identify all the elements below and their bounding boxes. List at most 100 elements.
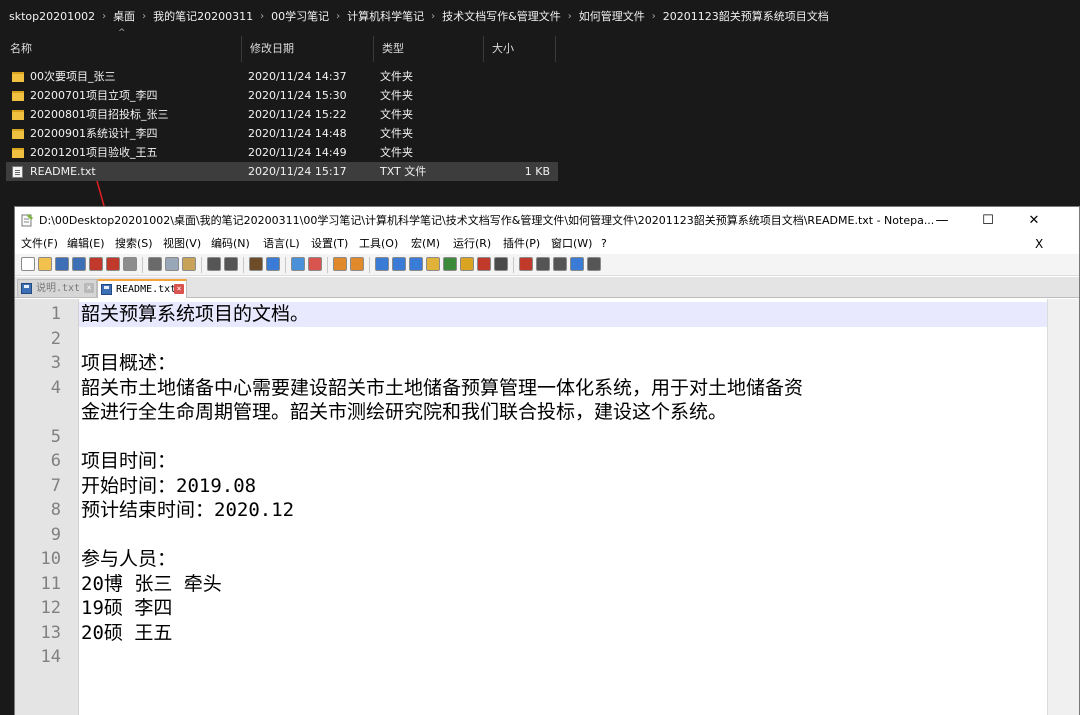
code-line[interactable]: 20硕 王五 xyxy=(81,621,172,646)
undo-icon[interactable] xyxy=(207,257,221,271)
document-tab[interactable]: README.txt × xyxy=(97,279,187,298)
line-number: 7 xyxy=(50,475,61,496)
line-number: 12 xyxy=(40,598,61,618)
column-date-modified[interactable]: 修改日期 xyxy=(242,36,374,62)
sync-vertical-icon[interactable] xyxy=(333,257,347,271)
print-icon[interactable] xyxy=(123,257,137,271)
code-line[interactable]: 金进行全生命周期管理。韶关市测绘研究院和我们联合投标，建设这个系统。 xyxy=(81,400,727,425)
breadcrumb-item[interactable]: 计算机科学笔记 xyxy=(342,8,429,24)
menu-item[interactable]: 语言(L) xyxy=(263,234,300,254)
code-line[interactable]: 项目概述： xyxy=(81,351,176,376)
menu-item[interactable]: 宏(M) xyxy=(411,234,440,254)
zoom-in-icon[interactable] xyxy=(291,257,305,271)
maximize-button[interactable]: ☐ xyxy=(965,207,1011,234)
notepad-plus-plus-window: D:\00Desktop20201002\桌面\我的笔记20200311\00学… xyxy=(14,206,1080,715)
close-document-button[interactable]: X xyxy=(1035,234,1043,254)
breadcrumb-chevron-icon[interactable]: › xyxy=(334,11,342,22)
menu-item[interactable]: 设置(T) xyxy=(311,234,348,254)
title-bar[interactable]: D:\00Desktop20201002\桌面\我的笔记20200311\00学… xyxy=(15,207,1079,234)
eye-icon[interactable] xyxy=(494,257,508,271)
menu-item[interactable]: 文件(F) xyxy=(21,234,58,254)
code-line[interactable]: 韶关市土地储备中心需要建设韶关市土地储备预算管理一体化系统，用于对土地储备资 xyxy=(81,376,803,401)
cut-icon[interactable] xyxy=(148,257,162,271)
tab-close-icon[interactable]: × xyxy=(174,284,184,294)
column-type[interactable]: 类型 xyxy=(374,36,484,62)
menu-item[interactable]: 搜索(S) xyxy=(115,234,153,254)
breadcrumb-chevron-icon[interactable]: › xyxy=(140,11,148,22)
replace-icon[interactable] xyxy=(266,257,280,271)
play-macro-icon[interactable] xyxy=(553,257,567,271)
breadcrumb-chevron-icon[interactable]: › xyxy=(258,11,266,22)
text-editor[interactable]: 1 韶关预算系统项目的文档。 2 3 项目概述： 4 韶关市土地储备中心需要建设韶关市土地储… xyxy=(15,299,1047,715)
open-file-icon[interactable] xyxy=(38,257,52,271)
breadcrumb-chevron-icon[interactable]: › xyxy=(566,11,574,22)
paste-icon[interactable] xyxy=(182,257,196,271)
file-row[interactable]: README.txt 2020/11/24 15:17 TXT 文件 1 KB xyxy=(6,162,558,181)
minimize-button[interactable]: — xyxy=(919,207,965,234)
close-button[interactable]: ✕ xyxy=(1011,207,1057,234)
line-number: 1 xyxy=(50,304,61,324)
tab-close-icon[interactable]: × xyxy=(84,283,94,293)
menu-item[interactable]: 插件(P) xyxy=(503,234,540,254)
file-row[interactable]: 20200801项目招投标_张三 2020/11/24 15:22 文件夹 xyxy=(0,105,560,124)
toolbar-separator xyxy=(201,257,202,273)
menu-item[interactable]: 窗口(W) xyxy=(551,234,592,254)
zoom-out-icon[interactable] xyxy=(308,257,322,271)
breadcrumb-chevron-icon[interactable]: › xyxy=(100,11,108,22)
show-all-chars-icon[interactable] xyxy=(392,257,406,271)
file-row[interactable]: 20200901系统设计_李四 2020/11/24 14:48 文件夹 xyxy=(0,124,560,143)
code-line[interactable]: 19硕 李四 xyxy=(81,596,172,621)
column-name[interactable]: 名称 xyxy=(2,36,242,62)
menu-item[interactable]: 编辑(E) xyxy=(67,234,105,254)
breadcrumb-chevron-icon[interactable]: › xyxy=(650,11,658,22)
code-line[interactable]: 项目时间： xyxy=(81,449,176,474)
save-macro-icon[interactable] xyxy=(587,257,601,271)
menu-item[interactable]: ? xyxy=(601,234,607,254)
play-multiple-icon[interactable] xyxy=(570,257,584,271)
file-date-modified: 2020/11/24 15:22 xyxy=(248,108,347,121)
word-wrap-icon[interactable] xyxy=(375,257,389,271)
save-icon[interactable] xyxy=(55,257,69,271)
file-row[interactable]: 20200701项目立项_李四 2020/11/24 15:30 文件夹 xyxy=(0,86,560,105)
toolbar-separator xyxy=(142,257,143,273)
save-all-icon[interactable] xyxy=(72,257,86,271)
address-breadcrumb[interactable]: sktop20201002 › 桌面 › 我的笔记20200311 › 00学习笔记 › 计算机… xyxy=(0,0,1080,32)
redo-icon[interactable] xyxy=(224,257,238,271)
vertical-scrollbar[interactable] xyxy=(1047,299,1079,715)
breadcrumb-item[interactable]: 00学习笔记 xyxy=(266,8,334,24)
copy-icon[interactable] xyxy=(165,257,179,271)
new-file-icon[interactable] xyxy=(21,257,35,271)
code-line[interactable]: 参与人员： xyxy=(81,547,176,572)
document-tab[interactable]: 说明.txt × xyxy=(17,279,97,298)
monitor-icon[interactable] xyxy=(477,257,491,271)
code-line[interactable]: 20博 张三 牵头 xyxy=(81,572,222,597)
breadcrumb-item[interactable]: sktop20201002 xyxy=(4,10,100,23)
breadcrumb-item[interactable]: 20201123韶关预算系统项目文档 xyxy=(658,8,834,24)
code-line[interactable]: 韶关预算系统项目的文档。 xyxy=(81,302,309,327)
code-line[interactable]: 预计结束时间：2020.12 xyxy=(81,498,294,523)
breadcrumb-item[interactable]: 如何管理文件 xyxy=(574,8,650,24)
record-macro-icon[interactable] xyxy=(519,257,533,271)
breadcrumb-item[interactable]: 我的笔记20200311 xyxy=(148,8,258,24)
folder-workspace-icon[interactable] xyxy=(460,257,474,271)
doc-map-icon[interactable] xyxy=(426,257,440,271)
file-row[interactable]: 20201201项目验收_王五 2020/11/24 14:49 文件夹 xyxy=(0,143,560,162)
file-row[interactable]: 00次要项目_张三 2020/11/24 14:37 文件夹 xyxy=(0,67,560,86)
find-icon[interactable] xyxy=(249,257,263,271)
file-type: 文件夹 xyxy=(380,127,413,140)
column-size[interactable]: 大小 xyxy=(484,36,556,62)
indent-guide-icon[interactable] xyxy=(409,257,423,271)
code-line[interactable]: 开始时间：2019.08 xyxy=(81,474,256,499)
function-list-icon[interactable] xyxy=(443,257,457,271)
sync-horizontal-icon[interactable] xyxy=(350,257,364,271)
breadcrumb-chevron-icon[interactable]: › xyxy=(429,11,437,22)
breadcrumb-item[interactable]: 技术文档写作&管理文件 xyxy=(437,8,566,24)
menu-item[interactable]: 运行(R) xyxy=(453,234,491,254)
close-icon[interactable] xyxy=(89,257,103,271)
close-all-icon[interactable] xyxy=(106,257,120,271)
breadcrumb-item[interactable]: 桌面 xyxy=(108,8,140,24)
menu-item[interactable]: 视图(V) xyxy=(163,234,201,254)
stop-macro-icon[interactable] xyxy=(536,257,550,271)
menu-item[interactable]: 工具(O) xyxy=(359,234,398,254)
menu-item[interactable]: 编码(N) xyxy=(211,234,250,254)
